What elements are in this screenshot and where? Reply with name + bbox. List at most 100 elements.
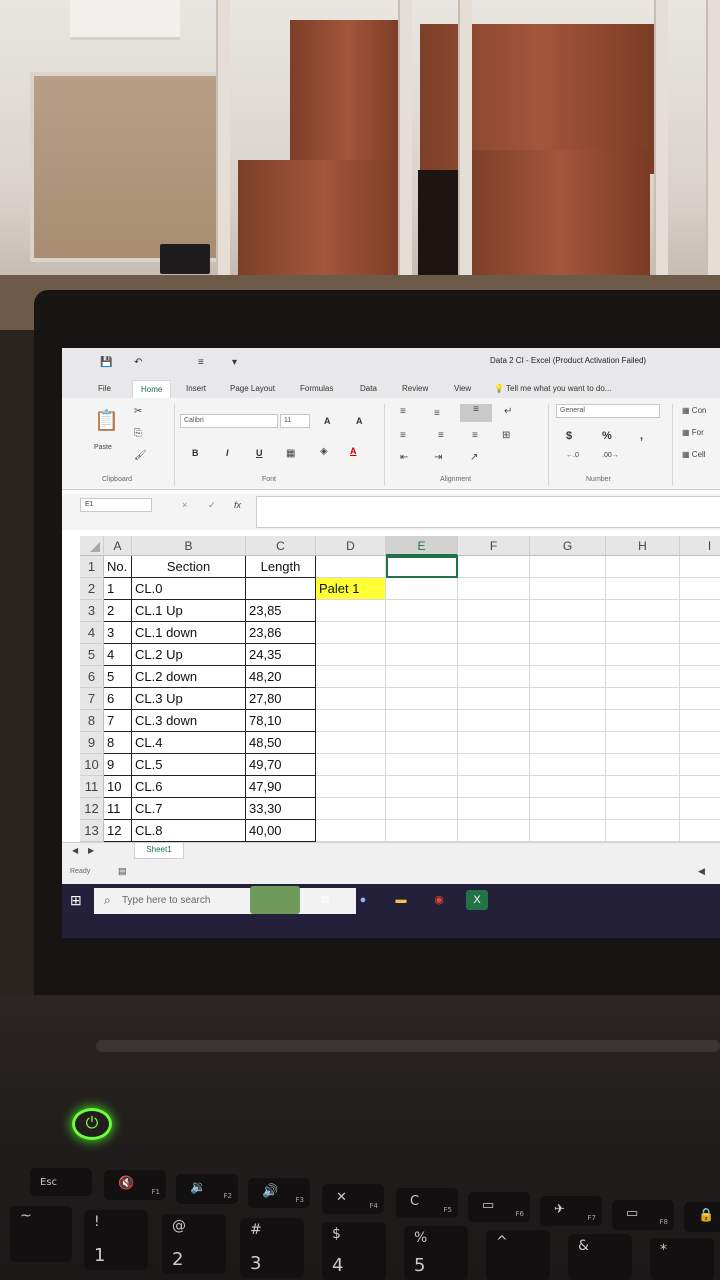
cell-i12[interactable] (680, 798, 720, 820)
cell-e3[interactable] (386, 600, 458, 622)
task-view-icon[interactable]: ⧉ (314, 890, 336, 910)
column-header-i[interactable]: I (680, 536, 720, 556)
orientation-icon[interactable]: ↗ (470, 452, 478, 463)
name-box[interactable]: E1 (80, 498, 152, 512)
cell-c7[interactable]: 27,80 (246, 688, 316, 710)
cell-h1[interactable] (606, 556, 680, 578)
cell-h4[interactable] (606, 622, 680, 644)
copy-icon[interactable]: ⎘ (134, 428, 142, 439)
cell-b13[interactable]: CL.8 (132, 820, 246, 842)
cell-g11[interactable] (530, 776, 606, 798)
cell-f4[interactable] (458, 622, 530, 644)
tab-data[interactable]: Data (360, 384, 377, 393)
bold-button[interactable]: B (192, 448, 199, 458)
merge-center-icon[interactable]: ⊞ (502, 430, 510, 441)
hscroll-left-icon[interactable]: ◀ (698, 866, 705, 877)
cell-g7[interactable] (530, 688, 606, 710)
cell-b12[interactable]: CL.7 (132, 798, 246, 820)
cell-f8[interactable] (458, 710, 530, 732)
font-name-select[interactable]: Calibri (180, 414, 278, 428)
currency-button[interactable]: $ (566, 430, 572, 442)
cell-f9[interactable] (458, 732, 530, 754)
select-all-corner[interactable] (80, 536, 104, 556)
row-header[interactable]: 2 (80, 578, 104, 600)
enter-icon[interactable]: ✓ (208, 500, 216, 511)
tab-view[interactable]: View (454, 384, 471, 393)
cell-b10[interactable]: CL.5 (132, 754, 246, 776)
align-top-icon[interactable]: ≡ (400, 406, 406, 417)
align-center-icon[interactable]: ≡ (438, 430, 444, 441)
cell-styles-button[interactable]: ▦ Cell (682, 450, 706, 459)
key-1[interactable]: ! 1 (84, 1210, 148, 1270)
percent-button[interactable]: % (602, 430, 612, 442)
column-header-f[interactable]: F (458, 536, 530, 556)
cell-a5[interactable]: 4 (104, 644, 132, 666)
cell-h3[interactable] (606, 600, 680, 622)
align-bottom-icon[interactable]: ≡ (460, 404, 492, 422)
conditional-formatting-button[interactable]: ▦ Con (682, 406, 706, 415)
undo-icon[interactable]: ↶ (134, 357, 142, 368)
font-color-icon[interactable]: A (350, 446, 357, 456)
align-middle-icon[interactable]: ≡ (434, 408, 440, 419)
cell-b7[interactable]: CL.3 Up (132, 688, 246, 710)
row-header[interactable]: 6 (80, 666, 104, 688)
cell-a4[interactable]: 3 (104, 622, 132, 644)
cell-c2[interactable] (246, 578, 316, 600)
f3-key[interactable]: 🔊 F3 (248, 1178, 310, 1208)
row-header[interactable]: 12 (80, 798, 104, 820)
cell-a7[interactable]: 6 (104, 688, 132, 710)
cell-e10[interactable] (386, 754, 458, 776)
cut-icon[interactable]: ✂ (134, 406, 142, 417)
decrease-decimal-icon[interactable]: .00→ (602, 452, 619, 459)
cell-d12[interactable] (316, 798, 386, 820)
cell-i7[interactable] (680, 688, 720, 710)
cell-i2[interactable] (680, 578, 720, 600)
cell-g8[interactable] (530, 710, 606, 732)
column-header-c[interactable]: C (246, 536, 316, 556)
esc-key[interactable]: Esc (30, 1168, 92, 1196)
macro-record-icon[interactable]: ▤ (118, 866, 127, 877)
cell-c3[interactable]: 23,85 (246, 600, 316, 622)
cell-i5[interactable] (680, 644, 720, 666)
key-8[interactable]: * (650, 1238, 714, 1280)
cell-h10[interactable] (606, 754, 680, 776)
customize-qat-icon[interactable]: ≡ (198, 357, 204, 368)
tab-file[interactable]: File (98, 384, 111, 393)
save-icon[interactable]: 💾 (100, 357, 112, 368)
cell-e2[interactable] (386, 578, 458, 600)
cell-e8[interactable] (386, 710, 458, 732)
cell-e5[interactable] (386, 644, 458, 666)
key-2[interactable]: @ 2 (162, 1214, 226, 1274)
cell-g13[interactable] (530, 820, 606, 842)
number-format-select[interactable]: General (556, 404, 660, 418)
formula-input[interactable] (256, 496, 720, 528)
cell-g4[interactable] (530, 622, 606, 644)
cell-g3[interactable] (530, 600, 606, 622)
cell-i10[interactable] (680, 754, 720, 776)
key-4[interactable]: $ 4 (322, 1222, 386, 1280)
column-header-h[interactable]: H (606, 536, 680, 556)
excel-taskbar-icon[interactable]: X (466, 890, 488, 910)
cell-f7[interactable] (458, 688, 530, 710)
cell-h13[interactable] (606, 820, 680, 842)
qat-dropdown-icon[interactable]: ▾ (232, 357, 237, 368)
cell-c8[interactable]: 78,10 (246, 710, 316, 732)
cell-i1[interactable] (680, 556, 720, 578)
row-header[interactable]: 9 (80, 732, 104, 754)
cell-e12[interactable] (386, 798, 458, 820)
format-painter-icon[interactable]: 🖌 (134, 450, 147, 461)
row-header[interactable]: 7 (80, 688, 104, 710)
increase-decimal-icon[interactable]: ←.0 (566, 452, 579, 459)
key-7[interactable]: & (568, 1234, 632, 1280)
row-header[interactable]: 3 (80, 600, 104, 622)
cell-f1[interactable] (458, 556, 530, 578)
tab-page-layout[interactable]: Page Layout (230, 384, 275, 393)
cell-b6[interactable]: CL.2 down (132, 666, 246, 688)
file-explorer-icon[interactable]: ▬ (390, 890, 412, 910)
cell-b11[interactable]: CL.6 (132, 776, 246, 798)
row-header[interactable]: 13 (80, 820, 104, 842)
tell-me-search[interactable]: 💡 Tell me what you want to do... (494, 384, 611, 393)
fx-icon[interactable]: fx (234, 500, 241, 510)
cell-h11[interactable] (606, 776, 680, 798)
cell-b5[interactable]: CL.2 Up (132, 644, 246, 666)
